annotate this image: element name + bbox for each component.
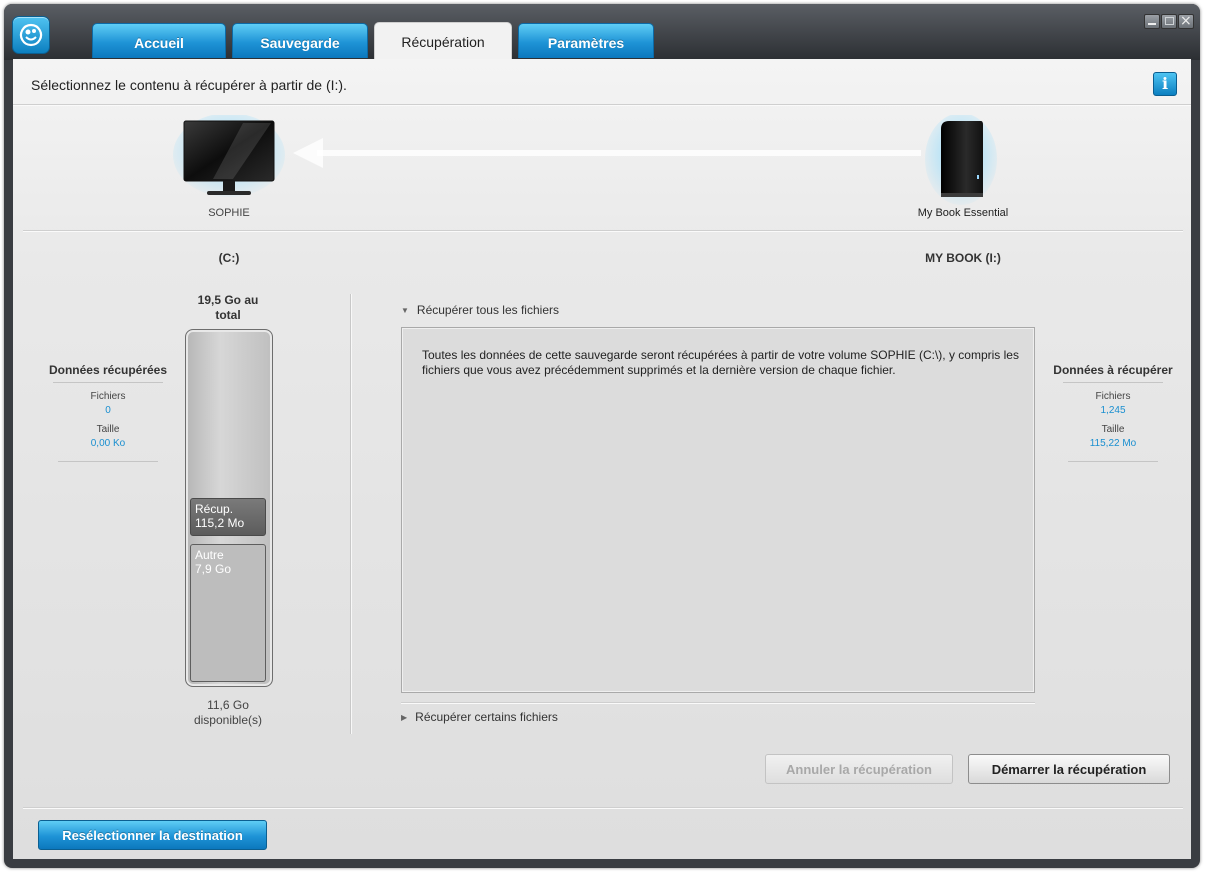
- dest-device-name: My Book Essential: [917, 207, 1009, 219]
- recovery-segment: Récup. 115,2 Mo: [190, 498, 266, 536]
- total-capacity-label: 19,5 Go au total: [173, 293, 283, 323]
- size-label: Taille: [1101, 424, 1125, 435]
- files-value: 1,245: [1100, 405, 1126, 416]
- divider: [350, 294, 351, 734]
- free-space-label: 11,6 Go disponible(s): [173, 698, 283, 728]
- cancel-recovery-button[interactable]: Annuler la récupération: [765, 754, 953, 784]
- source-device-name: SOPHIE: [208, 207, 250, 219]
- recover-all-files-description: Toutes les données de cette sauvegarde s…: [422, 348, 1019, 377]
- close-button[interactable]: [1178, 13, 1194, 29]
- app-logo-icon: [12, 16, 50, 54]
- recover-all-files-label: Récupérer tous les fichiers: [416, 303, 559, 317]
- monitor-icon: [173, 113, 285, 205]
- recovered-data-panel: Données récupérées Fichiers 0 Taille 0,0…: [33, 363, 183, 462]
- size-value: 0,00 Ko: [90, 438, 126, 449]
- recover-some-files-toggle[interactable]: ▶ Récupérer certains fichiers: [401, 710, 558, 724]
- info-icon[interactable]: i: [1153, 72, 1177, 96]
- maximize-button[interactable]: [1161, 14, 1177, 29]
- total-capacity-line2: total: [215, 308, 241, 322]
- divider: [23, 230, 1183, 231]
- external-drive-icon: [925, 113, 997, 207]
- tab-sauvegarde[interactable]: Sauvegarde: [232, 23, 368, 58]
- minimize-button[interactable]: [1144, 14, 1160, 29]
- free-space-line1: 11,6 Go: [207, 698, 249, 712]
- free-space-line2: disponible(s): [193, 713, 263, 727]
- dest-volume-label: MY BOOK (I:): [925, 251, 1001, 265]
- files-value: 0: [105, 405, 111, 416]
- size-value: 115,22 Mo: [1089, 438, 1137, 449]
- instruction-text: Sélectionnez le contenu à récupérer à pa…: [31, 77, 347, 93]
- total-capacity-line1: 19,5 Go au: [197, 293, 259, 307]
- recovered-data-title: Données récupérées: [48, 363, 168, 377]
- recover-all-files-panel: Toutes les données de cette sauvegarde s…: [401, 327, 1035, 693]
- tab-accueil[interactable]: Accueil: [92, 23, 226, 58]
- recover-all-files-toggle[interactable]: ▼ Récupérer tous les fichiers: [401, 303, 559, 317]
- source-volume-label: (C:): [218, 251, 240, 265]
- files-label: Fichiers: [90, 391, 126, 402]
- reselect-destination-button[interactable]: Resélectionner la destination: [38, 820, 267, 850]
- main-content: Sélectionnez le contenu à récupérer à pa…: [13, 59, 1191, 859]
- triangle-right-icon: ▶: [401, 713, 408, 722]
- data-to-recover-title: Données à récupérer: [1053, 363, 1173, 377]
- other-segment-label: Autre: [195, 548, 224, 562]
- drive-usage-gauge: Récup. 115,2 Mo Autre 7,9 Go: [185, 329, 273, 687]
- tab-recuperation[interactable]: Récupération: [374, 22, 512, 61]
- files-label: Fichiers: [1095, 391, 1131, 402]
- triangle-down-icon: ▼: [401, 306, 409, 315]
- recover-some-files-label: Récupérer certains fichiers: [415, 710, 558, 724]
- data-to-recover-panel: Données à récupérer Fichiers 1,245 Taill…: [1043, 363, 1183, 462]
- transfer-arrow-icon: [289, 138, 929, 168]
- divider: [23, 807, 1183, 808]
- size-label: Taille: [96, 424, 120, 435]
- title-bar: Accueil Sauvegarde Récupération Paramètr…: [4, 4, 1200, 61]
- app-window: Accueil Sauvegarde Récupération Paramètr…: [4, 4, 1200, 868]
- recovery-segment-label: Récup.: [195, 502, 234, 516]
- divider: [401, 702, 1035, 703]
- start-recovery-button[interactable]: Démarrer la récupération: [968, 754, 1170, 784]
- recovery-segment-value: 115,2 Mo: [195, 516, 245, 530]
- divider: [13, 104, 1191, 105]
- other-segment-value: 7,9 Go: [195, 562, 232, 576]
- tab-parametres[interactable]: Paramètres: [518, 23, 654, 58]
- other-segment: Autre 7,9 Go: [190, 544, 266, 682]
